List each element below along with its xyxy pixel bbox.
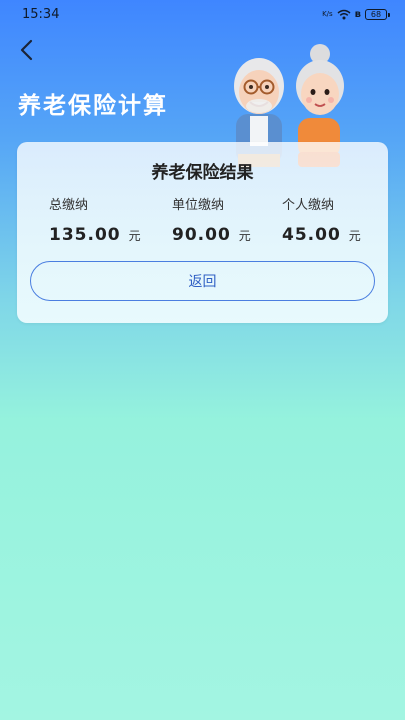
battery-icon: 68 bbox=[365, 8, 390, 20]
stat-total: 总缴纳 135.00 元 bbox=[49, 194, 141, 245]
return-button[interactable]: 返回 bbox=[30, 261, 375, 301]
stat-employer-value: 90.00 bbox=[172, 225, 231, 245]
stat-total-label: 总缴纳 bbox=[49, 198, 89, 213]
network-speed: K/s bbox=[322, 9, 333, 18]
battery-level: 68 bbox=[370, 9, 382, 19]
stat-personal: 个人缴纳 45.00 元 bbox=[282, 194, 361, 245]
status-time: 15:34 bbox=[22, 6, 60, 22]
stat-total-unit: 元 bbox=[128, 229, 141, 243]
back-arrow-icon bbox=[20, 39, 33, 61]
stat-employer-unit: 元 bbox=[238, 229, 251, 243]
result-card: 养老保险结果 总缴纳 135.00 元 单位缴纳 90.00 元 个人缴纳 45… bbox=[17, 142, 388, 323]
result-card-title: 养老保险结果 bbox=[151, 163, 254, 183]
stat-employer-label: 单位缴纳 bbox=[172, 198, 225, 213]
page-title: 养老保险计算 bbox=[18, 93, 168, 119]
status-icons: K/s ʙ 68 bbox=[322, 8, 390, 20]
stat-personal-label: 个人缴纳 bbox=[282, 198, 335, 213]
stat-employer: 单位缴纳 90.00 元 bbox=[172, 194, 251, 245]
status-bar: 15:34 K/s ʙ 68 bbox=[0, 0, 405, 28]
stat-personal-value: 45.00 bbox=[282, 225, 341, 245]
back-button[interactable] bbox=[12, 36, 40, 64]
stat-total-value: 135.00 bbox=[49, 225, 121, 245]
stat-personal-unit: 元 bbox=[348, 229, 361, 243]
bluetooth-icon: ʙ bbox=[354, 8, 361, 20]
wifi-icon bbox=[337, 9, 351, 19]
